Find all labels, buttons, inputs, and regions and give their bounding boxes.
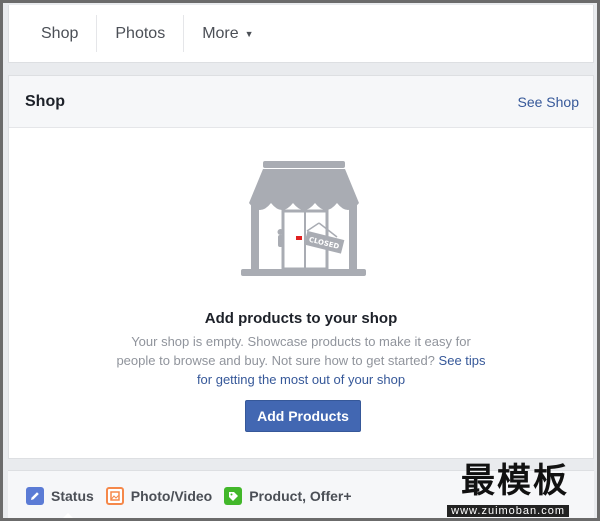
caret-down-icon: ▼ [244,28,254,39]
description-line-2-text: people to browse and buy. Not sure how t… [116,353,435,368]
tab-more-label: More [202,24,239,42]
tab-shop[interactable]: Shop [23,15,98,52]
tab-more[interactable]: More ▼ [184,15,271,52]
page-frame: Shop Photos More ▼ Shop See Shop CLOSED … [0,0,600,521]
composer-tab-photo-video[interactable]: Photo/Video [105,486,213,505]
tab-photos-label: Photos [115,24,166,42]
shop-card-header: Shop See Shop [9,76,593,128]
description-line-1: Your shop is empty. Showcase products to… [131,334,471,349]
composer-tab-status-label: Status [51,487,94,504]
shop-card-title: Shop [25,92,65,110]
tag-icon [224,486,243,505]
tab-photos[interactable]: Photos [97,15,185,52]
empty-shop-description: Your shop is empty. Showcase products to… [9,332,593,389]
tips-link-continued[interactable]: for getting the most out of your shop [9,370,593,389]
closed-storefront-icon: CLOSED [241,161,366,276]
see-tips-link[interactable]: See tips [439,353,486,368]
composer-tab-status[interactable]: Status [26,486,94,505]
active-tab-indicator [60,513,76,518]
tab-shop-label: Shop [41,24,79,42]
photo-icon [105,486,124,505]
empty-shop-headline: Add products to your shop [204,310,398,327]
post-composer-tabs: Status Photo/Video Product, Offer+ [8,470,594,518]
add-products-button[interactable]: Add Products [245,400,361,432]
composer-tab-product-offer[interactable]: Product, Offer+ [224,486,352,505]
pencil-icon [26,486,44,505]
shop-card: Shop See Shop CLOSED Add products to you… [8,75,594,459]
page-tabs: Shop Photos More ▼ [8,5,594,63]
composer-tab-photo-video-label: Photo/Video [130,487,213,504]
composer-tab-product-offer-label: Product, Offer+ [249,487,352,504]
description-line-2: people to browse and buy. Not sure how t… [9,351,593,370]
see-shop-link[interactable]: See Shop [518,94,580,110]
